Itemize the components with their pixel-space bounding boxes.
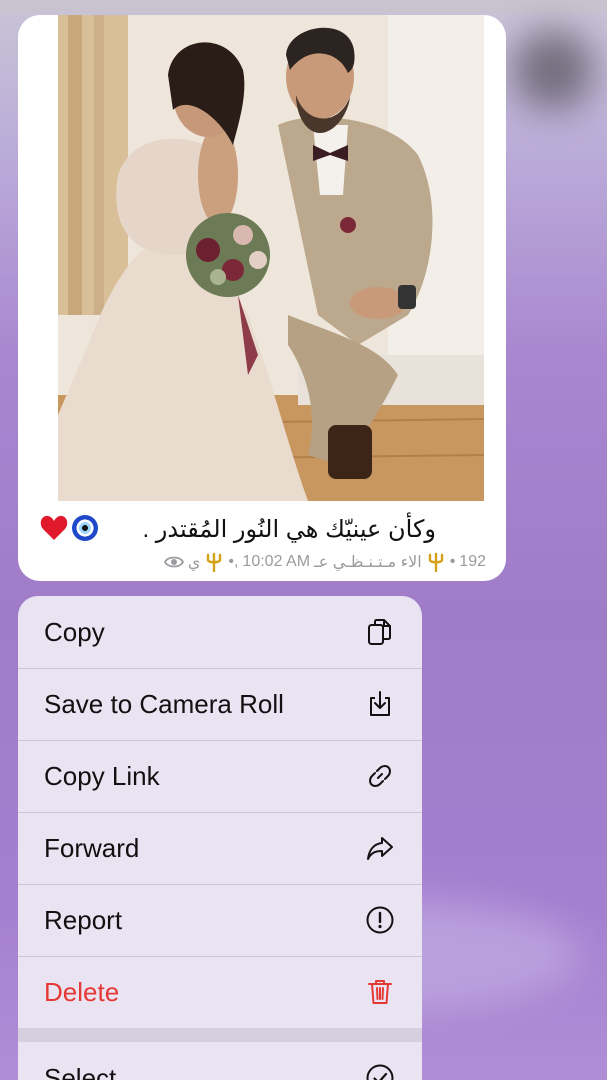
message-time: 10:02 AM [242,553,311,570]
menu-item-label: Copy Link [44,760,160,791]
channel-name: الاء مـتـنـظـي عـ [314,554,422,571]
menu-item-delete[interactable]: Delete [18,956,422,1028]
wedding-couple-image [58,15,484,501]
link-icon [369,765,391,787]
view-count: 192 [459,553,486,570]
menu-item-label: Forward [44,832,140,863]
forward-icon [367,837,393,860]
report-icon [366,906,394,934]
blurred-avatar [513,30,593,110]
caption-emojis [40,515,98,541]
message-bubble[interactable]: وكأن عينيّك هي النُور المُقتدر . ي •, 10… [18,15,506,581]
meta-suffix: ي [187,554,201,571]
status-bar-area [0,0,607,12]
trident-emoji-icon [428,552,443,572]
meta-dot: • [449,553,456,570]
message-photo[interactable] [58,15,484,501]
menu-group-separator [18,1028,422,1042]
context-menu: Copy Save to Camera Roll Copy Link Forwa… [18,596,422,1080]
checkmark-circle-icon [366,1064,394,1080]
download-icon [370,691,390,716]
meta-dot: •, [228,553,239,570]
copy-icon [368,619,391,645]
menu-item-label: Copy [44,616,105,647]
nazar-amulet-icon [72,515,98,541]
menu-item-select[interactable]: Select [18,1042,422,1080]
menu-item-label: Select [44,1062,117,1080]
menu-item-report[interactable]: Report [18,884,422,956]
menu-item-copy-link[interactable]: Copy Link [18,740,422,812]
menu-item-copy[interactable]: Copy [18,596,422,668]
menu-item-label: Report [44,904,123,935]
trash-icon [368,980,392,1004]
red-heart-icon [40,515,68,540]
menu-item-save-to-camera-roll[interactable]: Save to Camera Roll [18,668,422,740]
message-meta: ي •, 10:02 AM الاء مـتـنـظـي عـ • 192 [163,552,486,572]
trident-emoji-icon [207,552,222,572]
menu-item-label: Save to Camera Roll [44,688,284,719]
menu-item-forward[interactable]: Forward [18,812,422,884]
eye-icon [163,556,184,568]
menu-item-label: Delete [44,976,120,1007]
